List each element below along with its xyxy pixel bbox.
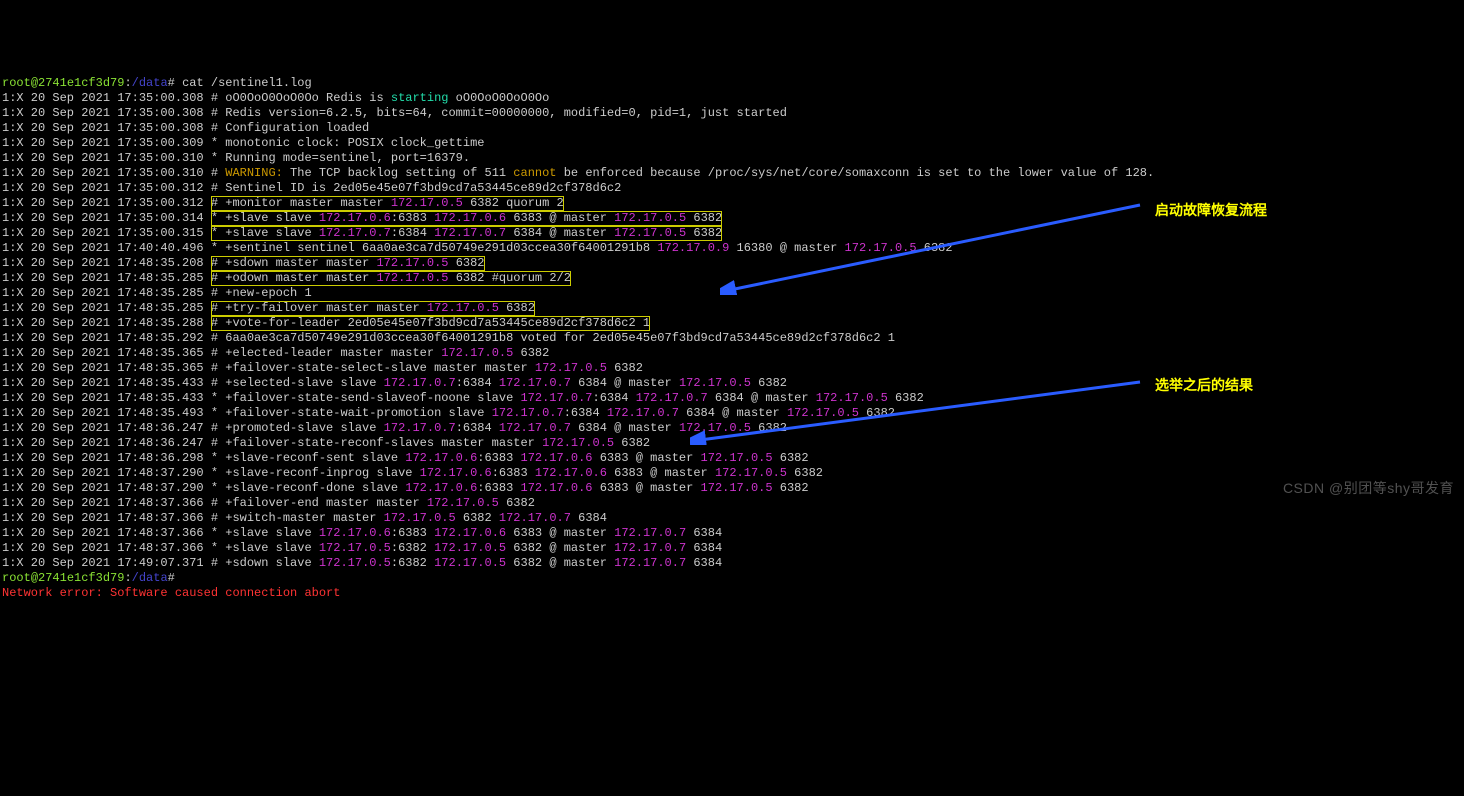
highlight-box: # +vote-for-leader 2ed05e45e07f3bd9cd7a5… [211,316,650,331]
highlight-box: * +slave slave 172.17.0.7:6384 172.17.0.… [211,226,722,241]
prompt-sym: # [168,76,175,90]
log-line: 1:X 20 Sep 2021 17:48:35.208 [2,256,211,270]
log-line: 1:X 20 Sep 2021 17:48:37.366 # +failover… [2,496,427,510]
prompt-cwd: /data [132,76,168,90]
log-line: 1:X 20 Sep 2021 17:48:36.247 # +promoted… [2,421,384,435]
highlight-box: * +slave slave 172.17.0.6:6383 172.17.0.… [211,211,722,226]
highlight-box: # +try-failover master master 172.17.0.5… [211,301,535,316]
prompt-host: 2741e1cf3d79 [38,571,124,585]
log-line: 1:X 20 Sep 2021 17:48:36.247 # +failover… [2,436,542,450]
highlight-box: # +monitor master master 172.17.0.5 6382… [211,196,564,211]
prompt-cwd: /data [132,571,168,585]
watermark: CSDN @别团等shy哥发育 [1283,481,1454,496]
log-line: 1:X 20 Sep 2021 17:48:37.366 # +switch-m… [2,511,384,525]
prompt-sym: # [168,571,175,585]
log-line: 1:X 20 Sep 2021 17:35:00.312 [2,196,211,210]
highlight-box: # +sdown master master 172.17.0.5 6382 [211,256,485,271]
log-line: 1:X 20 Sep 2021 17:48:36.298 * +slave-re… [2,451,405,465]
log-line: 1:X 20 Sep 2021 17:48:37.366 * +slave sl… [2,526,319,540]
log-line: 1:X 20 Sep 2021 17:35:00.308 # Redis ver… [2,106,787,120]
prompt-cmd: cat /sentinel1.log [182,76,312,90]
log-line: 1:X 20 Sep 2021 17:35:00.310 # [2,166,225,180]
log-line: 1:X 20 Sep 2021 17:35:00.314 [2,211,211,225]
log-line: 1:X 20 Sep 2021 17:48:35.288 [2,316,211,330]
log-line: 1:X 20 Sep 2021 17:48:37.290 * +slave-re… [2,466,420,480]
log-line: 1:X 20 Sep 2021 17:49:07.371 # +sdown sl… [2,556,319,570]
annotation-label: 启动故障恢复流程 [1155,203,1267,218]
highlight-box: # +odown master master 172.17.0.5 6382 #… [211,271,571,286]
log-line: 1:X 20 Sep 2021 17:48:35.285 [2,301,211,315]
log-line: 1:X 20 Sep 2021 17:35:00.309 * monotonic… [2,136,484,150]
log-line: 1:X 20 Sep 2021 17:48:35.365 # +failover… [2,361,535,375]
log-line: 1:X 20 Sep 2021 17:48:35.285 # +new-epoc… [2,286,312,300]
log-line: 1:X 20 Sep 2021 17:35:00.315 [2,226,211,240]
prompt-user: root [2,571,31,585]
log-line: 1:X 20 Sep 2021 17:48:35.493 * +failover… [2,406,492,420]
log-line: 1:X 20 Sep 2021 17:48:35.433 * +failover… [2,391,520,405]
prompt-host: 2741e1cf3d79 [38,76,124,90]
annotation-label: 选举之后的结果 [1155,378,1253,393]
log-line: 1:X 20 Sep 2021 17:40:40.496 * +sentinel… [2,241,657,255]
prompt-user: root [2,76,31,90]
log-line: 1:X 20 Sep 2021 17:48:35.292 # 6aa0ae3ca… [2,331,895,345]
terminal-output[interactable]: root@2741e1cf3d79:/data# cat /sentinel1.… [0,60,1464,601]
log-line: 1:X 20 Sep 2021 17:48:35.285 [2,271,211,285]
log-line: 1:X 20 Sep 2021 17:35:00.308 # Configura… [2,121,369,135]
network-error: Network error: Software caused connectio… [2,586,340,600]
log-line: 1:X 20 Sep 2021 17:35:00.308 # oO0OoO0Oo… [2,91,391,105]
log-line: 1:X 20 Sep 2021 17:48:35.365 # +elected-… [2,346,441,360]
log-line: 1:X 20 Sep 2021 17:35:00.312 # Sentinel … [2,181,621,195]
log-line: 1:X 20 Sep 2021 17:35:00.310 * Running m… [2,151,470,165]
log-line: 1:X 20 Sep 2021 17:48:37.366 * +slave sl… [2,541,319,555]
log-line: 1:X 20 Sep 2021 17:48:37.290 * +slave-re… [2,481,405,495]
log-line: 1:X 20 Sep 2021 17:48:35.433 # +selected… [2,376,384,390]
